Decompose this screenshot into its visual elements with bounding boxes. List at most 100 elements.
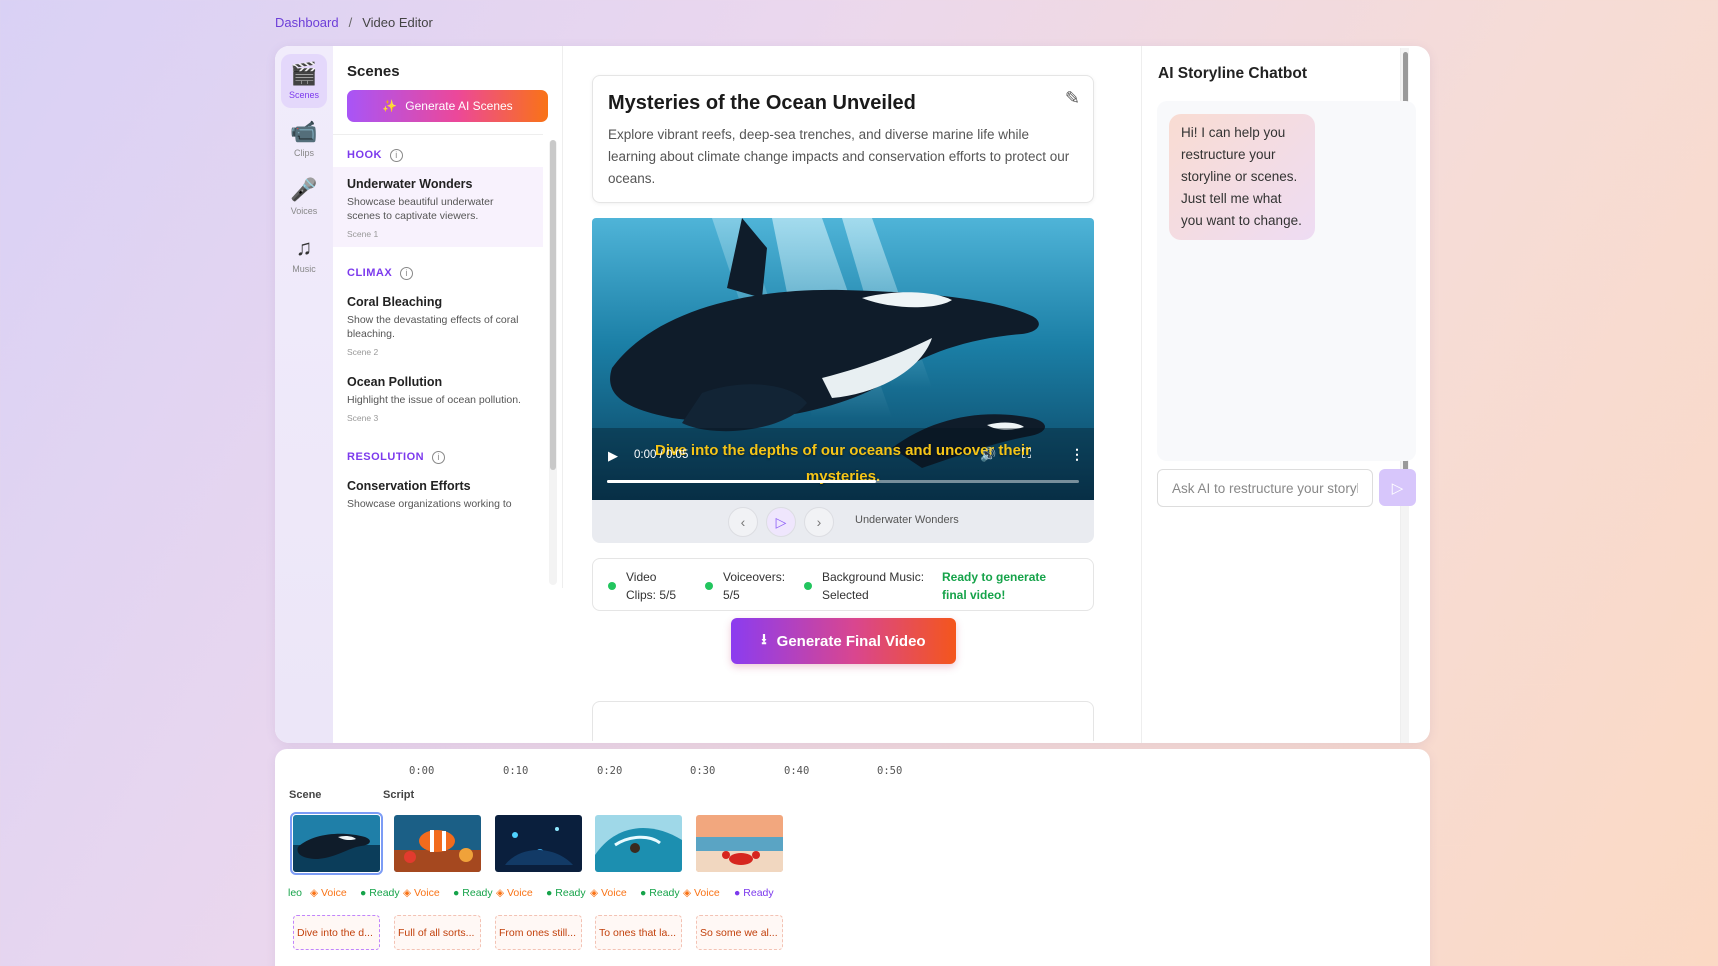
wave-thumbnail-image bbox=[595, 815, 682, 872]
deep-sea-thumbnail-image bbox=[495, 815, 582, 872]
chatbot-panel: AI Storyline Chatbot Hi! I can help you … bbox=[1141, 46, 1430, 743]
send-button[interactable]: ▷ bbox=[1379, 469, 1416, 506]
scene-item[interactable]: Coral Bleaching Show the devastating eff… bbox=[333, 285, 543, 365]
scene-thumbnail[interactable] bbox=[595, 815, 682, 872]
status-label: Video bbox=[626, 570, 657, 584]
scene-thumbnail[interactable] bbox=[394, 815, 481, 872]
status-dot bbox=[705, 582, 713, 590]
pencil-icon[interactable]: ✎ bbox=[1065, 88, 1080, 109]
rail-item-scenes[interactable]: 🎬 Scenes bbox=[281, 54, 327, 108]
volume-icon[interactable]: 🔊 bbox=[980, 447, 996, 463]
video-camera-icon: 📹 bbox=[290, 119, 318, 144]
fullscreen-icon[interactable]: ⛶ bbox=[1022, 446, 1031, 462]
breadcrumb-dashboard-link[interactable]: Dashboard bbox=[275, 15, 339, 30]
more-options-icon[interactable]: ⋮ bbox=[1070, 446, 1084, 463]
section-title: RESOLUTION bbox=[347, 451, 425, 463]
scene-item[interactable]: Conservation Efforts Showcase organizati… bbox=[333, 469, 543, 519]
scene-title: Underwater Wonders bbox=[347, 177, 473, 191]
voice-label: ◈ Voice bbox=[590, 887, 627, 899]
scene-item[interactable]: Underwater Wonders Showcase beautiful un… bbox=[333, 167, 543, 247]
rail-item-music[interactable]: ♫ Music bbox=[281, 228, 327, 282]
rail-item-clips[interactable]: 📹 Clips bbox=[281, 112, 327, 166]
info-icon[interactable]: i bbox=[400, 266, 414, 280]
section-title: CLIMAX bbox=[347, 267, 393, 279]
chat-input[interactable] bbox=[1157, 469, 1373, 507]
track-label-script: Script bbox=[383, 789, 415, 801]
tool-rail: 🎬 Scenes 📹 Clips 🎤 Voices ♫ Music bbox=[275, 46, 333, 743]
script-chip[interactable]: Dive into the d... bbox=[293, 915, 380, 950]
scene-number: Scene 1 bbox=[347, 229, 379, 239]
scene-thumbnail[interactable] bbox=[495, 815, 582, 872]
rail-label: Scenes bbox=[288, 90, 320, 100]
generate-ai-scenes-button[interactable]: ✨ Generate AI Scenes bbox=[347, 90, 548, 122]
timeline-panel: 0:00 0:10 0:20 0:30 0:40 0:50 Scene Scri… bbox=[275, 749, 1430, 966]
voice-label: ◈ Voice bbox=[403, 887, 440, 899]
scene-list-scrollbar[interactable] bbox=[549, 140, 557, 585]
ready-label-text: Ready bbox=[462, 887, 493, 899]
video-progress-bar[interactable] bbox=[607, 480, 1079, 483]
next-scene-button[interactable]: › bbox=[804, 507, 834, 537]
script-chip[interactable]: So some we al... bbox=[696, 915, 783, 950]
scene-thumbnail[interactable] bbox=[290, 812, 383, 875]
chatbot-title: AI Storyline Chatbot bbox=[1158, 65, 1307, 82]
status-dot bbox=[608, 582, 616, 590]
scene-number: Scene 2 bbox=[347, 347, 379, 357]
video-description: Explore vibrant reefs, deep-sea trenches… bbox=[608, 127, 1070, 186]
section-title: HOOK bbox=[347, 149, 382, 161]
generate-ai-scenes-label: Generate AI Scenes bbox=[405, 99, 513, 113]
rail-item-voices[interactable]: 🎤 Voices bbox=[281, 170, 327, 224]
time-tick: 0:40 bbox=[784, 765, 810, 777]
scene-thumbnail[interactable] bbox=[696, 815, 783, 872]
status-music: Background Music: Selected bbox=[804, 568, 924, 604]
status-value: Selected bbox=[822, 588, 869, 602]
editor-card: 🎬 Scenes 📹 Clips 🎤 Voices ♫ Music Scenes… bbox=[275, 46, 1430, 743]
ready-label: ● Ready bbox=[360, 887, 400, 899]
script-chip[interactable]: Full of all sorts... bbox=[394, 915, 481, 950]
script-chip[interactable]: From ones still... bbox=[495, 915, 582, 950]
scene-title: Coral Bleaching bbox=[347, 295, 443, 309]
play-icon[interactable]: ▶ bbox=[608, 448, 618, 464]
status-value: Clips: 5/5 bbox=[626, 588, 677, 602]
scene-item[interactable]: Ocean Pollution Highlight the issue of o… bbox=[333, 365, 543, 431]
previous-scene-button[interactable]: ‹ bbox=[728, 507, 758, 537]
info-icon[interactable]: i bbox=[432, 450, 446, 464]
voice-label: ◈ Voice bbox=[683, 887, 720, 899]
clownfish-thumbnail-image bbox=[394, 815, 481, 872]
clapperboard-icon: 🎬 bbox=[290, 61, 318, 86]
status-voiceovers: Voiceovers: 5/5 bbox=[705, 568, 785, 604]
scene-list: HOOK i Underwater Wonders Showcase beaut… bbox=[333, 134, 543, 588]
section-header-hook: HOOK i bbox=[333, 143, 543, 167]
video-player[interactable]: Dive into the depths of our oceans and u… bbox=[592, 218, 1094, 500]
time-tick: 0:30 bbox=[690, 765, 716, 777]
scene-number: Scene 3 bbox=[347, 413, 379, 423]
caption-line: mysteries. bbox=[805, 468, 881, 485]
ready-label-text: Ready bbox=[555, 887, 586, 899]
send-icon: ▷ bbox=[1391, 479, 1404, 497]
time-tick: 0:10 bbox=[503, 765, 529, 777]
section-header-resolution: RESOLUTION i bbox=[333, 445, 543, 469]
script-chip[interactable]: To ones that la... bbox=[595, 915, 682, 950]
status-label: Voiceovers: bbox=[723, 570, 786, 584]
voice-label: ◈ Voice bbox=[496, 887, 533, 899]
voice-label-text: Voice bbox=[694, 887, 720, 899]
voice-label: ◈ Voice bbox=[310, 887, 347, 899]
play-icon: ▷ bbox=[775, 513, 787, 530]
chevron-left-icon: ‹ bbox=[740, 514, 746, 530]
next-card bbox=[592, 701, 1094, 741]
info-icon[interactable]: i bbox=[390, 148, 403, 162]
video-info-card: Mysteries of the Ocean Unveiled ✎ Explor… bbox=[592, 75, 1094, 203]
generate-final-video-button[interactable]: ⭳ Generate Final Video bbox=[731, 618, 956, 664]
breadcrumb-separator: / bbox=[348, 15, 353, 30]
ready-message: Ready to generate final video! bbox=[942, 568, 1046, 604]
orca-thumbnail-image bbox=[293, 815, 380, 872]
scene-title: Ocean Pollution bbox=[347, 375, 443, 389]
music-note-icon: ♫ bbox=[295, 235, 313, 260]
assistant-message: Hi! I can help you restructure your stor… bbox=[1169, 114, 1315, 240]
crab-beach-thumbnail-image bbox=[696, 815, 783, 872]
scenes-panel: Scenes ✨ Generate AI Scenes HOOK i Under… bbox=[333, 46, 563, 588]
voice-label-text: Voice bbox=[321, 887, 347, 899]
status-value: 5/5 bbox=[723, 588, 740, 602]
play-scene-button[interactable]: ▷ bbox=[766, 507, 796, 537]
scrollbar-thumb[interactable] bbox=[550, 140, 556, 470]
generation-status-bar: Video Clips: 5/5 Voiceovers: 5/5 Backgroun… bbox=[592, 558, 1094, 611]
